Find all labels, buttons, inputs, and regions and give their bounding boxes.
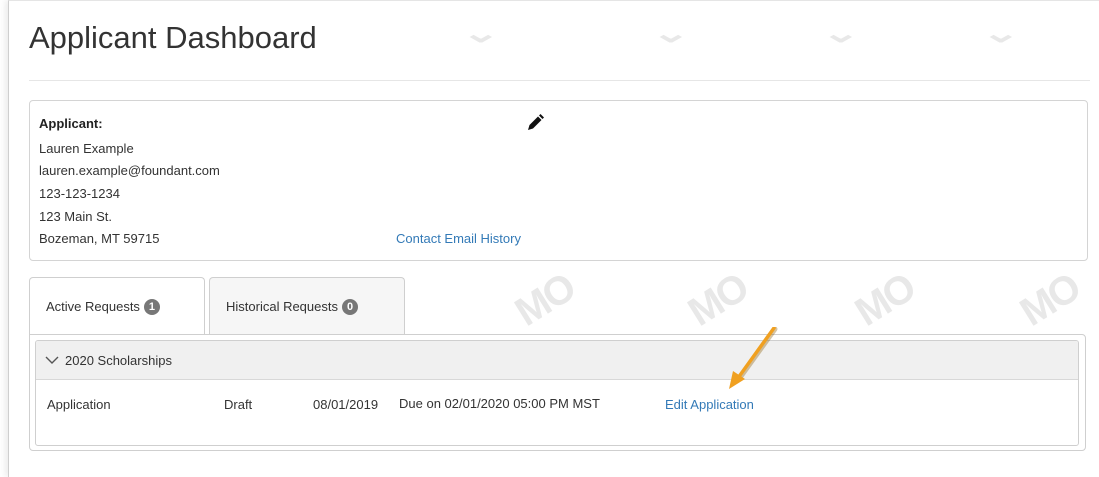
request-date: 08/01/2019: [313, 397, 379, 412]
applicant-city-state-zip: Bozeman, MT 59715: [39, 231, 160, 246]
page-title: Applicant Dashboard: [29, 20, 317, 55]
count-badge: 0: [342, 298, 358, 315]
group-title: 2020 Scholarships: [65, 352, 172, 368]
count-badge: 1: [143, 298, 160, 315]
applicant-panel: Applicant: Lauren Example lauren.example…: [29, 100, 1088, 261]
pencil-icon[interactable]: [525, 113, 545, 133]
chevron-down-icon: [45, 356, 59, 364]
tab-label: Active Requests: [46, 299, 140, 314]
applicant-label: Applicant:: [39, 116, 103, 131]
applicant-name: Lauren Example: [39, 141, 134, 156]
due-date-text: Due on 02/01/2020 05:00 PM MST: [399, 396, 600, 411]
applicant-email: lauren.example@foundant.com: [39, 163, 220, 178]
tab-historical-requests[interactable]: Historical Requests 0: [209, 277, 405, 335]
contact-email-history-link[interactable]: Contact Email History: [396, 231, 521, 246]
tab-label: Historical Requests: [226, 299, 338, 314]
tab-active-requests[interactable]: Active Requests 1: [29, 277, 205, 335]
edit-application-link[interactable]: Edit Application: [665, 397, 754, 412]
request-group-panel: 2020 Scholarships Application Draft 08/0…: [35, 340, 1079, 446]
applicant-phone: 123-123-1234: [39, 186, 120, 201]
title-divider: [29, 80, 1090, 81]
applicant-address: 123 Main St.: [39, 209, 112, 224]
status-text: Draft: [224, 397, 253, 412]
annotation-arrow-icon: [729, 327, 778, 389]
request-type: Application: [47, 397, 111, 412]
group-header-toggle[interactable]: 2020 Scholarships: [36, 341, 1078, 380]
